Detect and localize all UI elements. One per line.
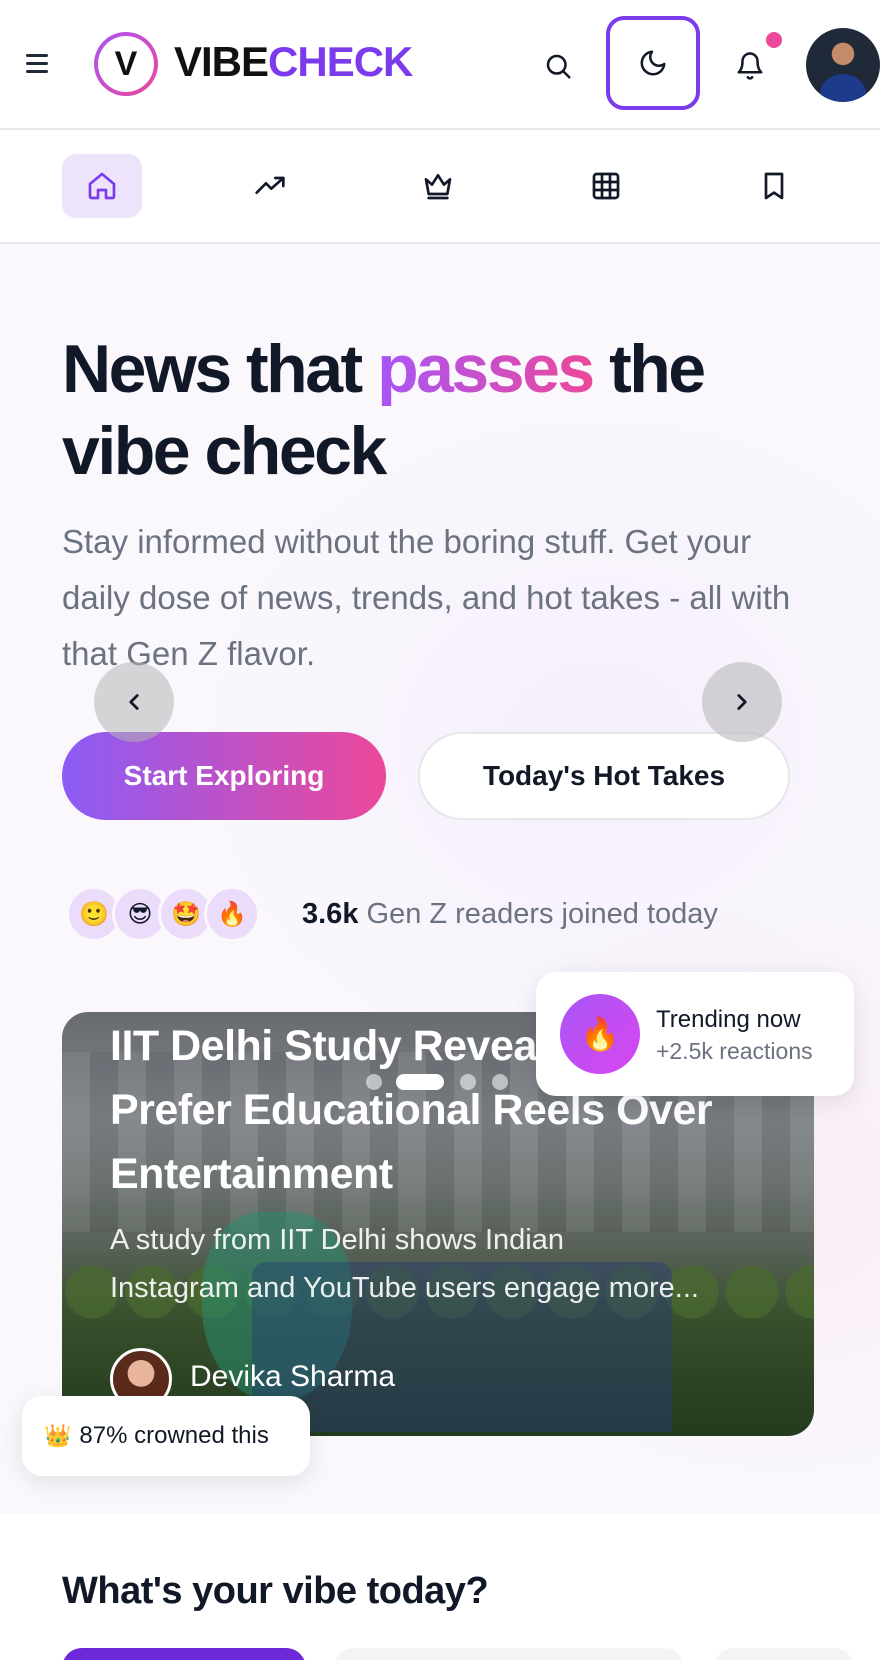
author-name[interactable]: Devika Sharma: [190, 1360, 395, 1394]
hero-subtitle: Stay informed without the boring stuff. …: [62, 523, 791, 672]
notifications-button[interactable]: [726, 42, 774, 90]
logo-text[interactable]: VIBECHECK: [174, 38, 413, 86]
reader-emoji: 🔥: [204, 886, 260, 942]
carousel-dot[interactable]: [460, 1074, 476, 1090]
theme-toggle-button[interactable]: [606, 16, 700, 110]
home-icon: [88, 172, 116, 200]
logo-text-check: CHECK: [268, 38, 413, 85]
article-description-line2: Instagram and YouTube users engage more.…: [110, 1272, 699, 1304]
vibe-chip[interactable]: [334, 1648, 684, 1660]
logo-text-vibe: VIBE: [174, 38, 269, 85]
crown-icon: [424, 174, 452, 200]
grid-icon: [592, 172, 620, 200]
nav-tabs: [0, 130, 880, 244]
tab-crowned[interactable]: [398, 154, 478, 218]
carousel-dots: [0, 1074, 880, 1094]
search-icon: [546, 54, 571, 79]
vibe-chip[interactable]: [62, 1648, 306, 1660]
notification-dot: [766, 32, 782, 48]
trending-icon: [255, 176, 285, 194]
search-button[interactable]: [534, 42, 582, 90]
crowned-text: 87% crowned this: [79, 1422, 269, 1449]
bell-icon: [737, 52, 763, 80]
logo-letter: V: [98, 36, 154, 92]
reader-count-text: 3.6k Gen Z readers joined today: [302, 898, 718, 931]
crown-emoji-icon: 👑: [44, 1423, 72, 1448]
logo-mark[interactable]: V: [94, 32, 158, 96]
trending-reactions: +2.5k reactions: [656, 1038, 813, 1064]
carousel-prev-button[interactable]: [94, 662, 174, 742]
app-header: V VIBECHECK: [0, 0, 880, 130]
hero-title-part1: News that: [62, 331, 378, 407]
carousel-dot[interactable]: [396, 1074, 444, 1090]
vibe-chip[interactable]: [714, 1648, 854, 1660]
trending-title: Trending now: [656, 1006, 801, 1033]
reader-count: 3.6k: [302, 898, 359, 930]
chevron-left-icon: [129, 694, 139, 710]
reader-avatars: 🙂 😎 🤩 🔥: [66, 886, 276, 942]
vibe-section: What's your vibe today?: [0, 1514, 880, 1660]
tab-home[interactable]: [62, 154, 142, 218]
tab-saved[interactable]: [734, 154, 814, 218]
bookmark-icon: [764, 172, 784, 200]
carousel-dot[interactable]: [366, 1074, 382, 1090]
tab-categories[interactable]: [566, 154, 646, 218]
carousel-next-button[interactable]: [702, 662, 782, 742]
carousel-dot[interactable]: [492, 1074, 508, 1090]
hot-takes-button[interactable]: Today's Hot Takes: [418, 732, 790, 820]
article-description: A study from IIT Delhi shows Indian Inst…: [110, 1216, 770, 1312]
user-avatar[interactable]: [806, 28, 880, 102]
menu-icon[interactable]: [24, 51, 52, 77]
moon-icon: [640, 50, 666, 76]
vibe-section-title: What's your vibe today?: [62, 1570, 489, 1612]
hero-section: News that passes the vibe check Stay inf…: [0, 244, 880, 1514]
chevron-right-icon: [737, 694, 747, 710]
page: V VIBECHECK News that passes the vibe ch…: [0, 0, 880, 1660]
reader-label: Gen Z readers joined today: [358, 898, 718, 930]
fire-icon: 🔥: [560, 994, 640, 1074]
crowned-badge[interactable]: 👑 87% crowned this: [22, 1396, 310, 1476]
tab-trending[interactable]: [230, 154, 310, 218]
hero-title-highlight: passes: [377, 331, 595, 407]
start-exploring-button[interactable]: Start Exploring: [62, 732, 386, 820]
hero-title: News that passes the vibe check: [62, 328, 822, 492]
article-description-line1: A study from IIT Delhi shows Indian: [110, 1224, 565, 1256]
